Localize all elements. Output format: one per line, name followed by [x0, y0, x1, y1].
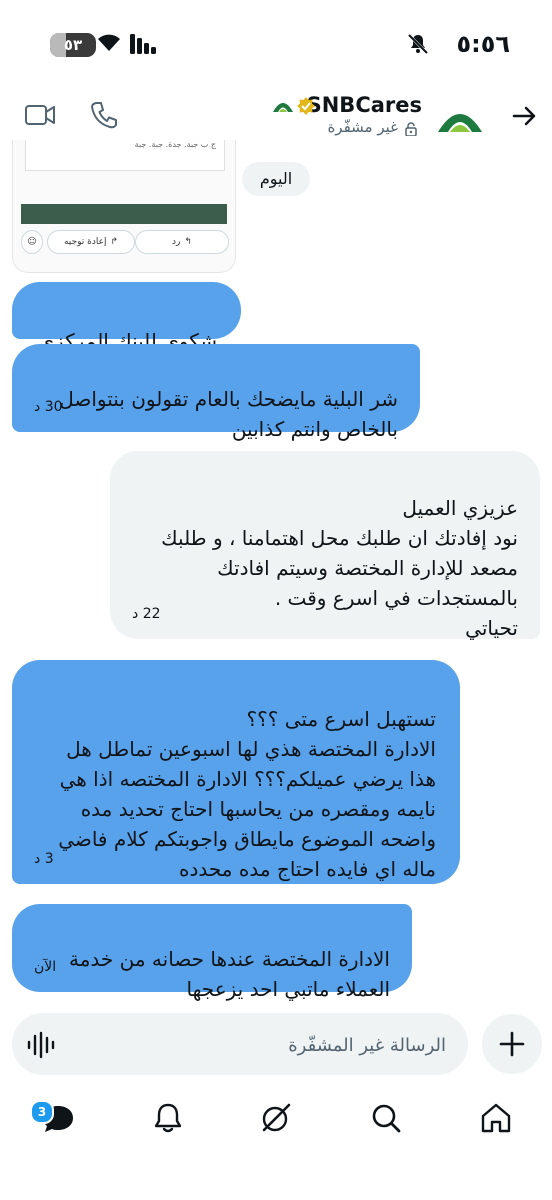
add-attachment-button[interactable] — [482, 1014, 542, 1074]
message-bubble-incoming[interactable]: عزيزي العميل نود إفادتك ان طلبك محل اهتم… — [110, 451, 540, 640]
message-bubble-outgoing[interactable]: الادارة المختصة عندها حصانه من خدمة العم… — [12, 904, 412, 1001]
message-timestamp: 3 د — [34, 851, 54, 867]
messages-unread-badge: 3 — [30, 1100, 54, 1124]
phone-call-icon[interactable] — [90, 100, 118, 130]
chat-header: SNBCares غير مشفّرة — [0, 88, 552, 148]
message-bubble-outgoing[interactable]: شكوى للبنك المركزي — [12, 282, 241, 353]
message-composer — [12, 1013, 468, 1077]
back-arrow-icon[interactable] — [510, 102, 538, 130]
unlocked-icon — [405, 122, 417, 136]
verified-badge-icon — [297, 97, 315, 115]
status-bar: ٥:٥٦ ٥٣ — [0, 0, 552, 90]
bottom-navigation — [0, 1080, 552, 1200]
attachment-reply-button: رد ↰ — [135, 230, 229, 254]
emoji-icon: ☺ — [21, 230, 43, 254]
encryption-status: غير مشفّرة — [327, 118, 398, 136]
notifications-bell-icon[interactable] — [150, 1100, 186, 1136]
message-text: شر البلية مايضحك بالعام تقولون بنتواصل ب… — [59, 387, 398, 441]
home-icon[interactable] — [478, 1100, 514, 1136]
attachment-snippet: ج ب جبة. جدة. جبة. جبة — [134, 140, 216, 149]
message-input[interactable] — [84, 1013, 448, 1077]
message-timestamp: 22 د — [132, 606, 161, 622]
message-text: تستهبل اسرع متى ؟؟؟ الادارة المختصة هذي … — [58, 707, 436, 881]
message-timestamp: الآن — [34, 959, 57, 975]
reply-arrow-icon: ↰ — [184, 237, 192, 247]
status-time: ٥:٥٦ — [456, 30, 510, 58]
message-timestamp: 30 د — [34, 399, 63, 415]
image-attachment[interactable]: ج ب جبة. جدة. جبة. جبة رد ↰ إعادة توجيه … — [12, 140, 236, 273]
search-icon[interactable] — [368, 1100, 404, 1136]
video-call-icon[interactable] — [24, 102, 56, 128]
forward-arrow-icon: ↱ — [110, 237, 118, 247]
attachment-banner — [21, 204, 227, 224]
voice-message-icon[interactable] — [26, 1031, 56, 1059]
grok-icon[interactable] — [258, 1100, 294, 1136]
message-text: عزيزي العميل نود إفادتك ان طلبك محل اهتم… — [161, 496, 518, 640]
battery-level: ٥٣ — [63, 36, 83, 54]
contact-name[interactable]: SNBCares — [307, 93, 422, 117]
attachment-preview-box: ج ب جبة. جدة. جبة. جبة — [25, 140, 225, 171]
battery-icon: ٥٣ — [50, 33, 96, 57]
signal-icon — [130, 34, 156, 54]
snb-small-logo-icon — [273, 103, 293, 112]
message-bubble-outgoing[interactable]: شر البلية مايضحك بالعام تقولون بنتواصل ب… — [12, 344, 420, 441]
bell-muted-icon — [407, 33, 429, 55]
date-separator: اليوم — [242, 162, 310, 196]
message-bubble-outgoing[interactable]: تستهبل اسرع متى ؟؟؟ الادارة المختصة هذي … — [12, 660, 460, 884]
snb-logo-avatar[interactable] — [436, 98, 484, 138]
attachment-forward-button: إعادة توجيه ↱ — [47, 230, 135, 254]
message-text: الادارة المختصة عندها حصانه من خدمة العم… — [68, 947, 390, 1001]
wifi-icon — [98, 34, 120, 51]
